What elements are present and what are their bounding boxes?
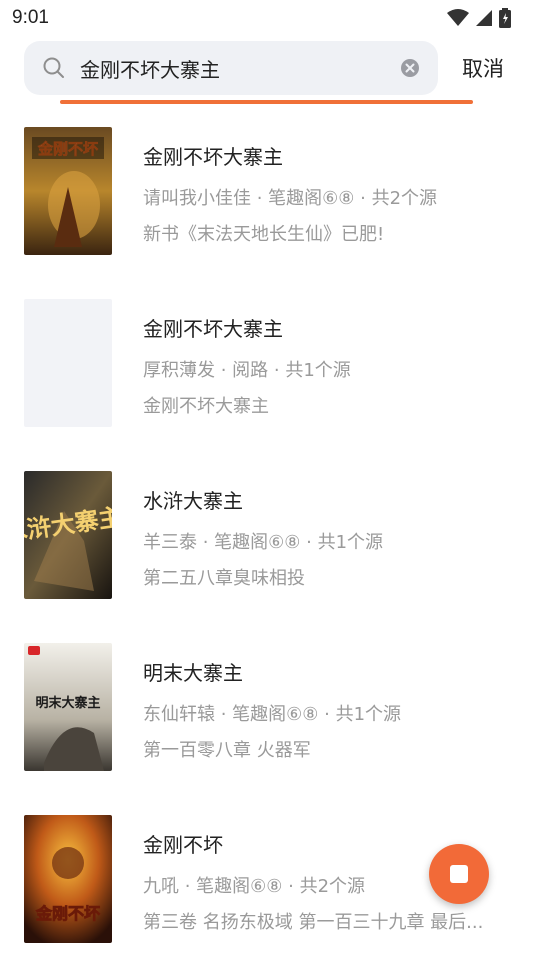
book-cover: 明末大寨主 <box>24 643 112 771</box>
book-title: 金刚不坏 <box>143 833 223 857</box>
stop-search-button[interactable] <box>429 844 489 904</box>
battery-icon <box>499 8 511 28</box>
list-item[interactable]: 水浒大寨主 水浒大寨主 羊三泰 · 笔趣阁⑥⑧ · 共1个源 第二五八章臭味相投 <box>0 462 533 634</box>
book-cover: 金刚不坏 <box>24 815 112 943</box>
book-meta: 请叫我小佳佳 · 笔趣阁⑥⑧ · 共2个源 <box>143 188 438 209</box>
status-bar: 9:01 <box>0 0 533 36</box>
book-meta: 九吼 · 笔趣阁⑥⑧ · 共2个源 <box>143 876 366 897</box>
signal-icon <box>476 10 492 26</box>
book-title: 金刚不坏大寨主 <box>143 145 283 169</box>
book-title: 明末大寨主 <box>143 661 243 685</box>
search-bar <box>24 41 438 95</box>
book-cover-title: 明末大寨主 <box>35 695 100 711</box>
book-cover: 水浒大寨主 <box>24 471 112 599</box>
status-icons <box>447 8 511 28</box>
book-latest-chapter: 第三卷 名扬东极域 第一百三十九章 最后... <box>143 912 484 933</box>
search-input[interactable] <box>80 56 392 80</box>
book-title: 金刚不坏大寨主 <box>143 317 283 341</box>
book-latest-chapter: 第一百零八章 火器军 <box>143 740 311 761</box>
clear-icon[interactable] <box>400 58 420 78</box>
book-cover-placeholder <box>24 299 112 427</box>
book-latest-chapter: 金刚不坏大寨主 <box>143 396 269 417</box>
loading-progress-bar <box>60 100 473 104</box>
list-item[interactable]: 金刚不坏 金刚不坏大寨主 请叫我小佳佳 · 笔趣阁⑥⑧ · 共2个源 新书《末法… <box>0 118 533 290</box>
cancel-button[interactable]: 取消 <box>462 53 504 83</box>
book-meta: 羊三泰 · 笔趣阁⑥⑧ · 共1个源 <box>143 532 384 553</box>
book-meta: 东仙轩辕 · 笔趣阁⑥⑧ · 共1个源 <box>143 704 402 725</box>
book-cover-title: 金刚不坏 <box>35 904 100 923</box>
book-latest-chapter: 第二五八章臭味相投 <box>143 568 305 589</box>
book-cover-title: 金刚不坏 <box>37 140 98 158</box>
book-title: 水浒大寨主 <box>143 489 243 513</box>
search-icon <box>43 57 64 78</box>
list-item[interactable]: 明末大寨主 明末大寨主 东仙轩辕 · 笔趣阁⑥⑧ · 共1个源 第一百零八章 火… <box>0 634 533 806</box>
book-latest-chapter: 新书《末法天地长生仙》已肥! <box>143 224 385 245</box>
wifi-icon <box>447 9 469 26</box>
list-item[interactable]: 金刚不坏大寨主 厚积薄发 · 阅路 · 共1个源 金刚不坏大寨主 <box>0 290 533 462</box>
book-cover: 金刚不坏 <box>24 127 112 255</box>
stop-icon <box>450 865 468 883</box>
book-meta: 厚积薄发 · 阅路 · 共1个源 <box>143 360 351 381</box>
status-time: 9:01 <box>12 7 49 28</box>
